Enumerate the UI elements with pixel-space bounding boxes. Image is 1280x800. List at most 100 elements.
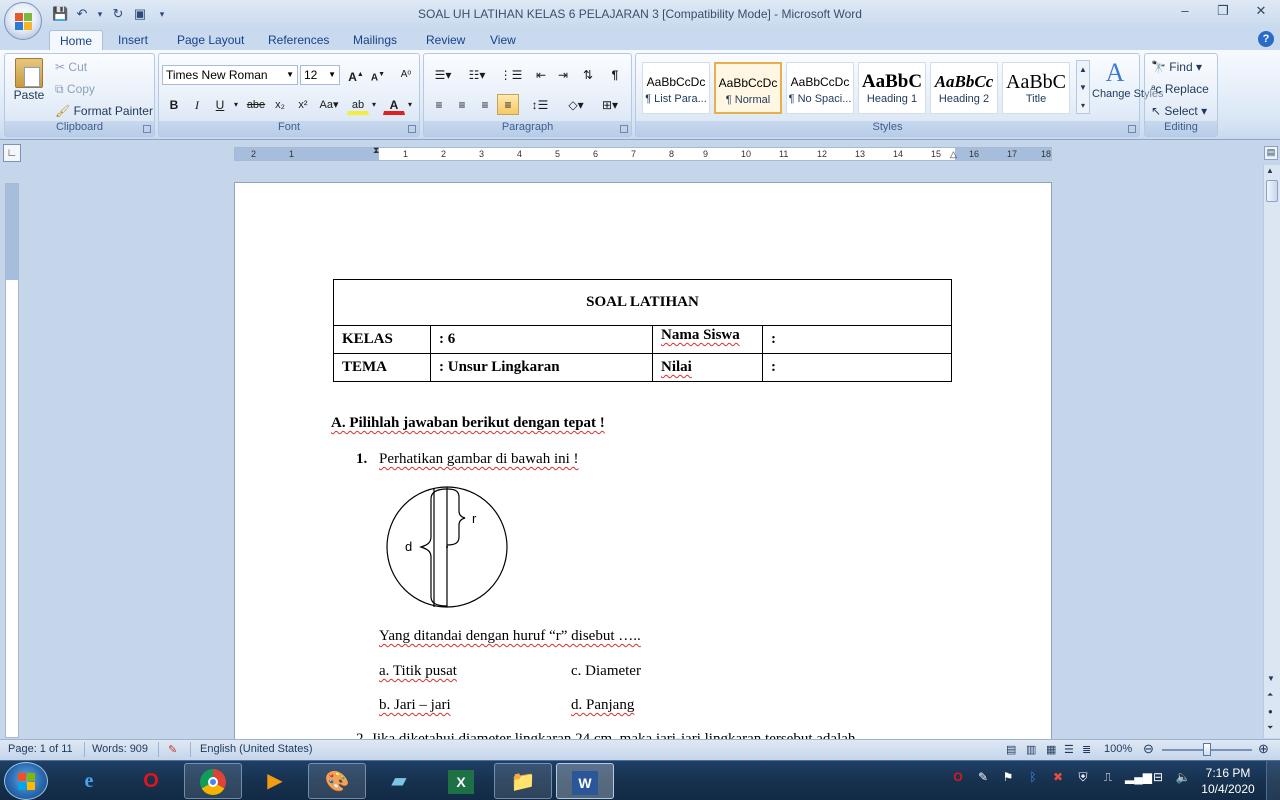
zoom-out-icon[interactable]: ⊖ bbox=[1143, 741, 1154, 757]
zoom-level[interactable]: 100% bbox=[1104, 743, 1132, 755]
align-center-icon[interactable]: ≡ bbox=[451, 94, 473, 115]
tab-references[interactable]: References bbox=[258, 30, 339, 50]
numbering-icon[interactable]: ☷▾ bbox=[462, 64, 492, 85]
opera-icon[interactable]: O bbox=[122, 763, 180, 799]
right-indent-marker-icon[interactable]: △ bbox=[950, 149, 957, 160]
paragraph-launcher-icon[interactable] bbox=[620, 125, 628, 133]
style-heading-1[interactable]: AaBbC Heading 1 bbox=[858, 62, 926, 114]
paste-button[interactable]: Paste bbox=[11, 58, 47, 102]
zoom-in-icon[interactable]: ⊕ bbox=[1258, 741, 1269, 757]
antivirus-icon[interactable]: ✖ bbox=[1050, 769, 1066, 785]
document-area[interactable]: SOAL LATIHAN KELAS : 6 Nama Siswa : TEMA… bbox=[24, 165, 1264, 739]
chrome-icon[interactable] bbox=[184, 763, 242, 799]
grow-font-icon[interactable]: A▲ bbox=[345, 64, 367, 85]
tab-home[interactable]: Home bbox=[49, 30, 104, 50]
borders-icon[interactable]: ⊞▾ bbox=[595, 94, 625, 115]
opera-tray-icon[interactable]: O bbox=[950, 769, 966, 785]
justify-icon[interactable]: ≡ bbox=[497, 94, 519, 115]
style-no-spacing[interactable]: AaBbCcDc ¶ No Spaci... bbox=[786, 62, 854, 114]
vertical-scrollbar[interactable]: ▲ ▼ ⏶ ● ⏷ bbox=[1263, 165, 1280, 738]
show-formatting-icon[interactable]: ¶ bbox=[604, 64, 626, 85]
style-normal[interactable]: AaBbCcDc ¶ Normal bbox=[714, 62, 782, 114]
align-right-icon[interactable]: ≡ bbox=[474, 94, 496, 115]
view-outline-icon[interactable]: ☰ bbox=[1064, 743, 1074, 756]
indent-marker-icon[interactable]: ⧗ bbox=[373, 145, 379, 156]
font-name-dropdown-icon[interactable]: ▼ bbox=[286, 66, 294, 84]
style-heading-2[interactable]: AaBbCc Heading 2 bbox=[930, 62, 998, 114]
page-count[interactable]: Page: 1 of 11 bbox=[8, 743, 73, 755]
excel-icon[interactable]: X bbox=[432, 763, 490, 799]
bluetooth-icon[interactable]: ᛒ bbox=[1025, 769, 1041, 785]
tab-insert[interactable]: Insert bbox=[108, 30, 158, 50]
font-color-dropdown-icon[interactable]: ▾ bbox=[405, 94, 415, 115]
pen-tray-icon[interactable]: ✎ bbox=[975, 769, 991, 785]
next-page-icon[interactable]: ⏷ bbox=[1267, 723, 1273, 733]
file-explorer-icon[interactable]: 📁 bbox=[494, 763, 552, 799]
clipboard-launcher-icon[interactable] bbox=[143, 125, 151, 133]
font-size-dropdown-icon[interactable]: ▼ bbox=[328, 66, 336, 84]
clear-formatting-icon[interactable]: Aᵒ bbox=[395, 64, 417, 85]
find-button[interactable]: 🔭 Find ▾ bbox=[1151, 60, 1202, 74]
tab-selector-icon[interactable]: ∟ bbox=[3, 144, 21, 162]
option-d[interactable]: d. Panjang bbox=[571, 697, 634, 714]
font-color-icon[interactable]: A bbox=[383, 94, 405, 115]
scroll-up-icon[interactable]: ▲ bbox=[1266, 166, 1274, 175]
clock[interactable]: 7:16 PM 10/4/2020 bbox=[1196, 765, 1260, 797]
shrink-font-icon[interactable]: A▼ bbox=[367, 64, 389, 85]
copy-button[interactable]: ⧉ Copy bbox=[55, 82, 95, 97]
zoom-slider-thumb[interactable] bbox=[1203, 743, 1211, 756]
shading-icon[interactable]: ◇▾ bbox=[561, 94, 591, 115]
help-icon[interactable]: ? bbox=[1258, 31, 1274, 47]
internet-explorer-icon[interactable]: e bbox=[60, 763, 118, 799]
start-button[interactable] bbox=[4, 762, 48, 800]
select-browse-object-icon[interactable]: ● bbox=[1268, 707, 1273, 716]
font-launcher-icon[interactable] bbox=[408, 125, 416, 133]
styles-launcher-icon[interactable] bbox=[1128, 125, 1136, 133]
horizontal-ruler[interactable]: 2 1 1 2 3 4 5 6 7 8 9 10 11 12 13 14 15 … bbox=[234, 145, 1052, 161]
tab-mailings[interactable]: Mailings bbox=[343, 30, 407, 50]
line-spacing-icon[interactable]: ↕☰ bbox=[525, 94, 555, 115]
option-a[interactable]: a. Titik pusat bbox=[379, 663, 457, 680]
cut-button[interactable]: ✂ Cut bbox=[55, 60, 87, 74]
minimize-button[interactable]: – bbox=[1166, 0, 1204, 22]
vertical-ruler[interactable] bbox=[5, 183, 19, 738]
usb-icon[interactable]: ⎍ bbox=[1100, 769, 1116, 785]
format-painter-button[interactable]: 🖌 Format Painter bbox=[55, 104, 153, 118]
view-draft-icon[interactable]: ≣ bbox=[1082, 743, 1091, 756]
style-title[interactable]: AaBbC Title bbox=[1002, 62, 1070, 114]
prev-page-icon[interactable]: ⏶ bbox=[1267, 690, 1273, 700]
superscript-icon[interactable]: x² bbox=[292, 94, 314, 115]
word-icon[interactable]: W bbox=[556, 763, 614, 799]
language[interactable]: English (United States) bbox=[200, 743, 313, 755]
font-size-box[interactable]: 12 ▼ bbox=[300, 65, 340, 85]
security-icon[interactable]: ⛨ bbox=[1075, 769, 1091, 785]
word-count[interactable]: Words: 909 bbox=[92, 743, 148, 755]
italic-icon[interactable]: I bbox=[186, 94, 208, 115]
strikethrough-icon[interactable]: abe bbox=[245, 94, 267, 115]
bold-icon[interactable]: B bbox=[163, 94, 185, 115]
view-full-screen-icon[interactable]: ▥ bbox=[1026, 743, 1036, 756]
highlight-dropdown-icon[interactable]: ▾ bbox=[369, 94, 379, 115]
paint-icon[interactable]: 🎨 bbox=[308, 763, 366, 799]
style-list-paragraph[interactable]: AaBbCcDc ¶ List Para... bbox=[642, 62, 710, 114]
align-left-icon[interactable]: ≡ bbox=[428, 94, 450, 115]
option-c[interactable]: c. Diameter bbox=[571, 663, 641, 680]
signal-icon[interactable]: ▂▄▆ bbox=[1125, 769, 1152, 785]
scroll-thumb[interactable] bbox=[1266, 180, 1278, 202]
document-page[interactable]: SOAL LATIHAN KELAS : 6 Nama Siswa : TEMA… bbox=[234, 182, 1052, 739]
multilevel-list-icon[interactable]: ⋮☰ bbox=[496, 64, 526, 85]
tab-page-layout[interactable]: Page Layout bbox=[167, 30, 254, 50]
styles-scroll[interactable]: ▲ ▼ ▾ bbox=[1076, 60, 1090, 114]
underline-dropdown-icon[interactable]: ▾ bbox=[231, 94, 241, 115]
select-button[interactable]: ↖ Select ▾ bbox=[1151, 104, 1207, 118]
subscript-icon[interactable]: x₂ bbox=[269, 94, 291, 115]
media-player-icon[interactable]: ▶ bbox=[246, 763, 304, 799]
close-button[interactable]: ✕ bbox=[1242, 0, 1280, 22]
change-case-icon[interactable]: Aa▾ bbox=[315, 94, 343, 115]
tab-view[interactable]: View bbox=[480, 30, 526, 50]
decrease-indent-icon[interactable]: ⇤ bbox=[530, 64, 552, 85]
increase-indent-icon[interactable]: ⇥ bbox=[552, 64, 574, 85]
bullets-icon[interactable]: ☰▾ bbox=[428, 64, 458, 85]
view-ruler-icon[interactable]: ▤ bbox=[1264, 146, 1278, 160]
sort-icon[interactable]: ⇅ bbox=[577, 64, 599, 85]
